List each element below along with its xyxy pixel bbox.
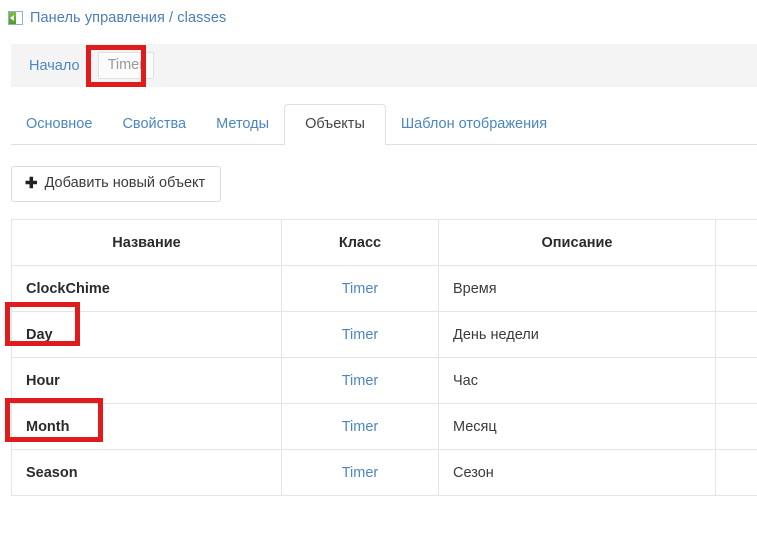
table-row[interactable]: Hour Timer Час: [12, 358, 757, 404]
class-link[interactable]: Timer: [342, 465, 379, 481]
table-cell-name-clockchime: ClockChime: [12, 266, 282, 312]
tab-obekty[interactable]: Объекты: [284, 104, 386, 145]
class-link[interactable]: Timer: [342, 281, 379, 297]
table-cell-class-clockchime: Timer: [282, 266, 439, 312]
table-cell-name-day: Day: [12, 312, 282, 358]
plus-icon: ✚: [25, 176, 38, 191]
table-cell-name-season: Season: [12, 450, 282, 496]
column-header-class[interactable]: Класс: [282, 220, 439, 266]
class-link[interactable]: Timer: [342, 373, 379, 389]
app-breadcrumb-text[interactable]: Панель управления / classes: [30, 10, 226, 26]
objects-table-container: Название Класс Описание ClockChime Timer…: [11, 219, 757, 496]
table-cell-class-month: Timer: [282, 404, 439, 450]
table-cell-actions-day[interactable]: [716, 312, 757, 358]
app-breadcrumb-bar: Панель управления / classes: [0, 0, 757, 36]
breadcrumb-strip: Начало / Timer: [11, 44, 757, 87]
table-cell-actions-clockchime[interactable]: [716, 266, 757, 312]
tab-metody[interactable]: Методы: [201, 104, 284, 145]
table-cell-actions-season[interactable]: [716, 450, 757, 496]
breadcrumb-home-link[interactable]: Начало: [29, 58, 80, 74]
panel-window-icon: [8, 11, 23, 25]
tab-shablon-otobrazheniya[interactable]: Шаблон отображения: [386, 104, 562, 145]
table-row[interactable]: ClockChime Timer Время: [12, 266, 757, 312]
column-header-name[interactable]: Название: [12, 220, 282, 266]
table-cell-description-clockchime: Время: [439, 266, 716, 312]
column-header-description[interactable]: Описание: [439, 220, 716, 266]
table-cell-description-season: Сезон: [439, 450, 716, 496]
table-cell-description-month: Месяц: [439, 404, 716, 450]
table-cell-name-month: Month: [12, 404, 282, 450]
class-link[interactable]: Timer: [342, 327, 379, 343]
tab-svoystva[interactable]: Свойства: [107, 104, 201, 145]
table-cell-actions-month[interactable]: [716, 404, 757, 450]
add-object-button[interactable]: ✚ Добавить новый объект: [11, 166, 221, 202]
table-cell-name-hour: Hour: [12, 358, 282, 404]
table-header-row: Название Класс Описание: [12, 220, 757, 266]
table-row[interactable]: Month Timer Месяц: [12, 404, 757, 450]
table-cell-class-hour: Timer: [282, 358, 439, 404]
objects-table: Название Класс Описание ClockChime Timer…: [11, 219, 757, 496]
table-cell-description-day: День недели: [439, 312, 716, 358]
table-row[interactable]: Season Timer Сезон: [12, 450, 757, 496]
column-header-actions: [716, 220, 757, 266]
table-row[interactable]: Day Timer День недели: [12, 312, 757, 358]
breadcrumb-separator: /: [87, 58, 91, 74]
table-cell-class-season: Timer: [282, 450, 439, 496]
class-link[interactable]: Timer: [342, 419, 379, 435]
breadcrumb-current-timer[interactable]: Timer: [98, 52, 155, 79]
tab-osnovnoe[interactable]: Основное: [11, 104, 107, 145]
tab-bar: Основное Свойства Методы Объекты Шаблон …: [11, 102, 757, 145]
table-cell-description-hour: Час: [439, 358, 716, 404]
table-cell-actions-hour[interactable]: [716, 358, 757, 404]
add-object-button-label: Добавить новый объект: [45, 175, 206, 192]
table-cell-class-day: Timer: [282, 312, 439, 358]
